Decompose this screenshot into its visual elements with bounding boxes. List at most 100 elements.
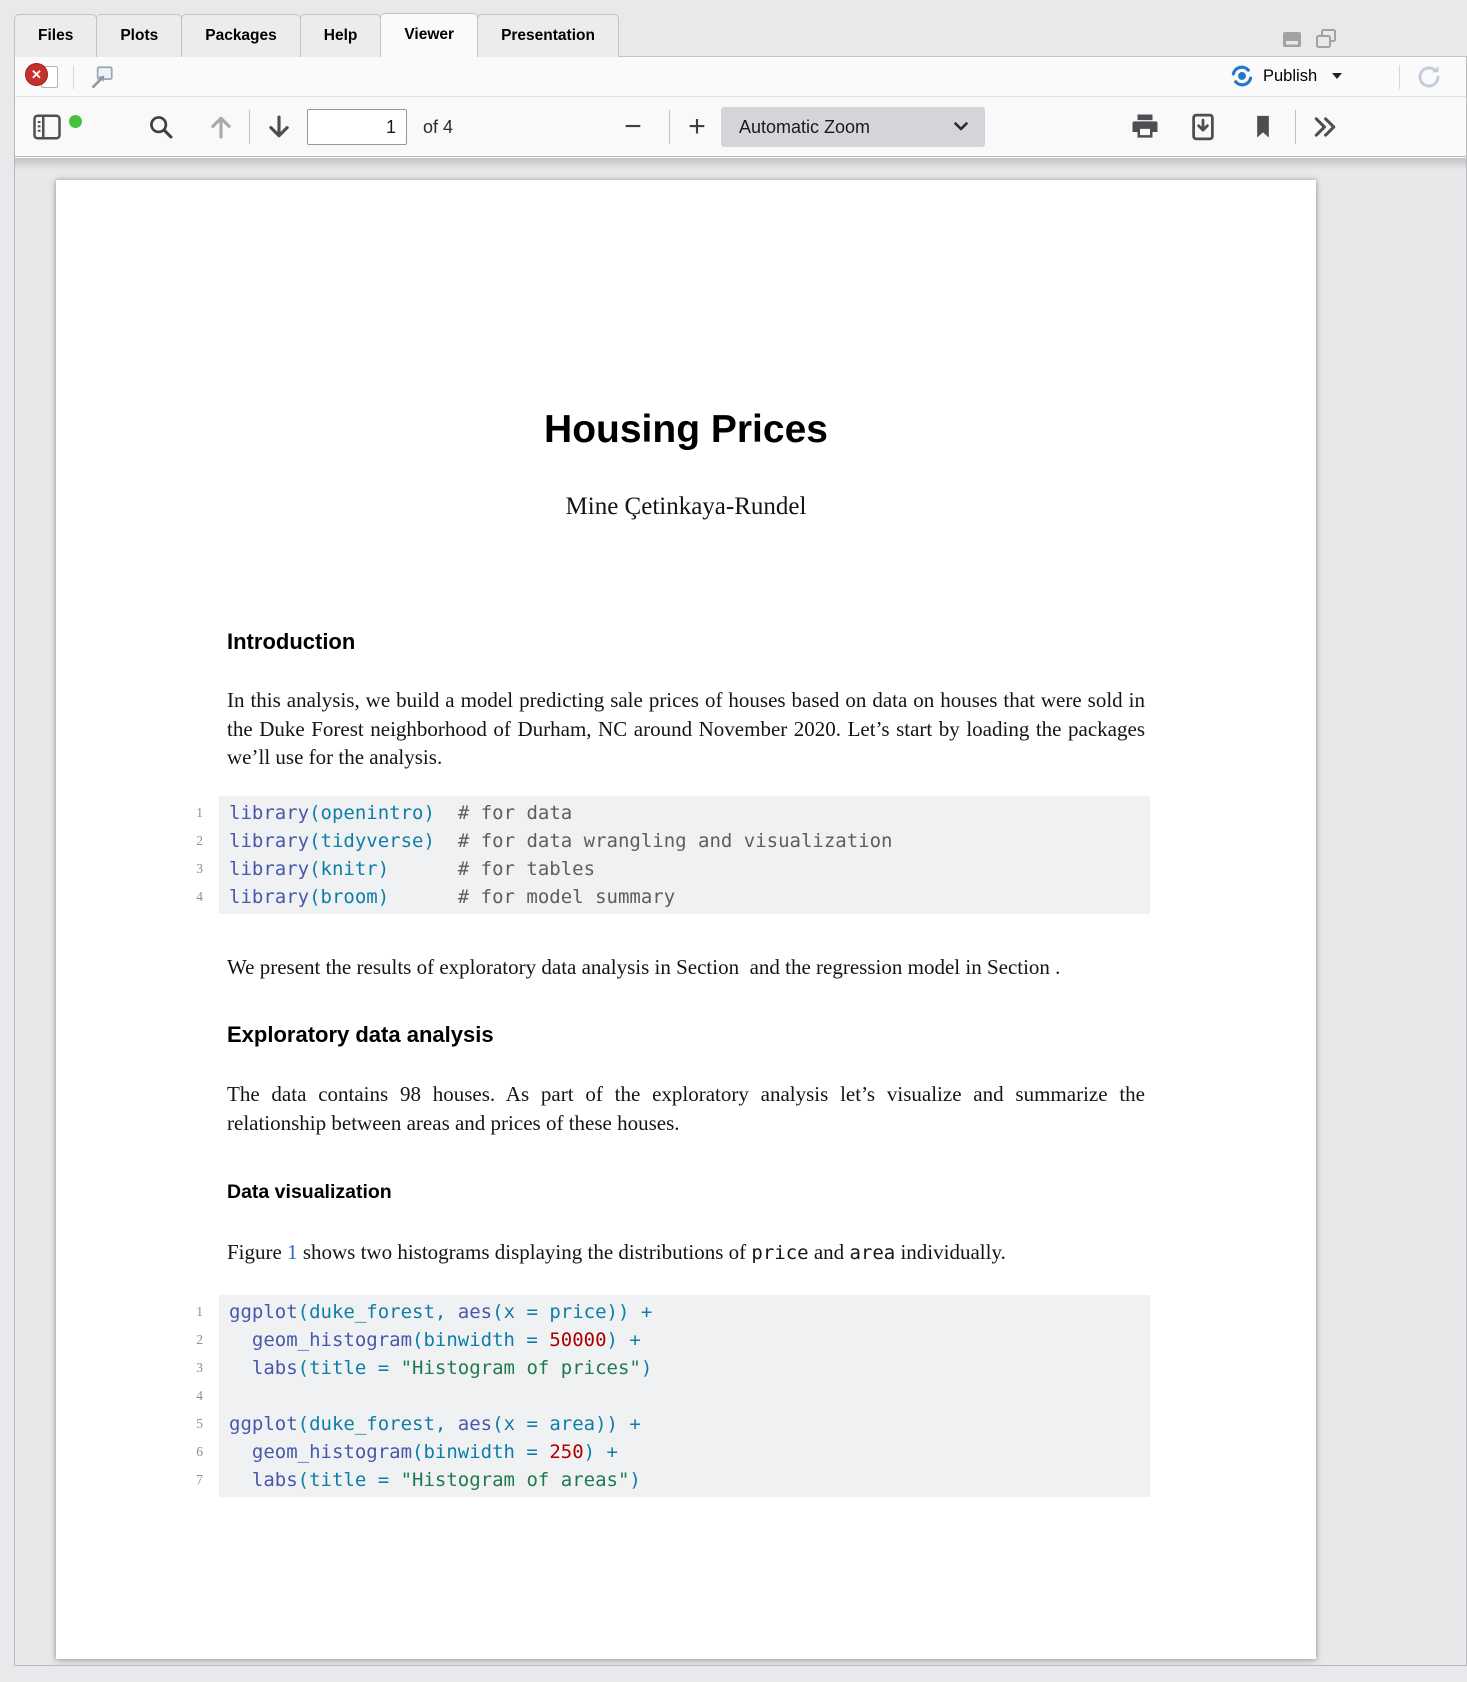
code-token: (title =: [298, 1357, 401, 1379]
code-token: (binwidth =: [412, 1441, 549, 1463]
code-line-number: 3: [177, 1354, 203, 1382]
text-segment: price: [751, 1242, 808, 1264]
code-block-histograms: 1ggplot(duke_forest, aes(x = price)) +2 …: [219, 1295, 1150, 1497]
close-icon: ✕: [25, 63, 48, 86]
code-token: (openintro): [309, 802, 435, 824]
publish-dropdown-caret-icon[interactable]: [1332, 73, 1342, 79]
minus-icon: −: [624, 110, 642, 144]
find-in-document-button[interactable]: [143, 109, 179, 145]
code-token: aes: [458, 1413, 492, 1435]
code-line: 2library(tidyverse) # for data wrangling…: [229, 827, 1142, 855]
sections-note-paragraph: We present the results of exploratory da…: [227, 953, 1145, 982]
pane-tabstrip: Files Plots Packages Help Viewer Present…: [14, 13, 1467, 57]
code-token: geom_histogram: [252, 1329, 412, 1351]
next-page-button[interactable]: [261, 109, 297, 145]
zoom-in-button[interactable]: +: [679, 109, 715, 145]
figure-ref-link[interactable]: 1: [287, 1240, 298, 1264]
code-token: [229, 1357, 252, 1379]
code-token: (broom): [309, 886, 389, 908]
pdf-page: Housing Prices Mine Çetinkaya-Rundel Int…: [56, 180, 1316, 1659]
printer-icon: [1130, 112, 1160, 142]
code-token: library: [229, 830, 309, 852]
plus-icon: +: [688, 110, 706, 144]
figure-paragraph: Figure 1 shows two histograms displaying…: [227, 1238, 1145, 1268]
page-up-icon: [206, 112, 236, 142]
intro-paragraph: In this analysis, we build a model predi…: [227, 686, 1145, 772]
code-line-number: 1: [177, 799, 203, 827]
publish-button[interactable]: Publish: [1228, 62, 1342, 90]
code-token: library: [229, 858, 309, 880]
tab-files[interactable]: Files: [14, 14, 97, 57]
code-line-number: 5: [177, 1410, 203, 1438]
section-heading-introduction: Introduction: [227, 629, 1145, 654]
code-line-number: 2: [177, 827, 203, 855]
zoom-select[interactable]: Automatic Zoom: [721, 107, 985, 147]
code-token: library: [229, 886, 309, 908]
page-count-label: of 4: [423, 97, 453, 157]
text-segment: area: [849, 1242, 895, 1264]
minimize-pane-icon[interactable]: [1279, 27, 1305, 56]
page-down-icon: [264, 112, 294, 142]
rstudio-viewer-pane: Files Plots Packages Help Viewer Present…: [0, 0, 1467, 1682]
refresh-icon[interactable]: [1414, 62, 1444, 92]
viewer-toolbar: ✕ Publish: [15, 57, 1466, 97]
text-segment: and: [809, 1240, 850, 1264]
toggle-sidebar-button[interactable]: [29, 109, 65, 145]
tab-plots[interactable]: Plots: [96, 14, 182, 57]
code-token: 50000: [549, 1329, 606, 1351]
previous-page-button[interactable]: [203, 109, 239, 145]
code-line-number: 4: [177, 883, 203, 911]
chevron-down-icon: [953, 121, 969, 133]
open-in-new-window-icon[interactable]: [89, 64, 115, 90]
code-line: 4: [229, 1382, 1142, 1410]
close-viewer-button[interactable]: ✕: [25, 63, 65, 91]
sidebar-notification-dot: [69, 115, 82, 128]
tab-viewer[interactable]: Viewer: [380, 13, 478, 57]
eda-paragraph: The data contains 98 houses. As part of …: [227, 1080, 1145, 1137]
code-token: [389, 886, 458, 908]
print-button[interactable]: [1127, 109, 1163, 145]
code-line: 4library(broom) # for model summary: [229, 883, 1142, 911]
publish-icon: [1228, 62, 1256, 90]
text-segment: individually.: [895, 1240, 1006, 1264]
code-token: # for data: [458, 802, 572, 824]
zoom-out-button[interactable]: −: [615, 109, 651, 145]
code-token: "Histogram of prices": [401, 1357, 641, 1379]
code-token: (duke_forest,: [298, 1413, 458, 1435]
code-line: 1library(openintro) # for data: [229, 799, 1142, 827]
code-token: ) +: [607, 1329, 641, 1351]
code-line: 7 labs(title = "Histogram of areas"): [229, 1466, 1142, 1494]
more-tools-button[interactable]: [1307, 109, 1343, 145]
code-token: (duke_forest,: [298, 1301, 458, 1323]
tab-help[interactable]: Help: [300, 14, 382, 57]
toolbar-separator: [1399, 65, 1400, 89]
pane-window-buttons: [1279, 27, 1339, 56]
code-token: (knitr): [309, 858, 389, 880]
document-content: Housing Prices Mine Çetinkaya-Rundel Int…: [56, 180, 1316, 1497]
chevrons-right-icon: [1311, 113, 1339, 141]
code-token: [229, 1329, 252, 1351]
code-token: [435, 830, 458, 852]
code-line: 1ggplot(duke_forest, aes(x = price)) +: [229, 1298, 1142, 1326]
code-token: [229, 1469, 252, 1491]
code-token: [229, 1441, 252, 1463]
download-button[interactable]: [1185, 109, 1221, 145]
code-token: library: [229, 802, 309, 824]
code-token: (x = area)) +: [492, 1413, 641, 1435]
publish-label: Publish: [1263, 67, 1317, 86]
code-line: 6 geom_histogram(binwidth = 250) +: [229, 1438, 1142, 1466]
code-token: ggplot: [229, 1413, 298, 1435]
page-number-input[interactable]: [307, 109, 407, 145]
code-line-number: 2: [177, 1326, 203, 1354]
code-line-number: 3: [177, 855, 203, 883]
code-token: 250: [549, 1441, 583, 1463]
code-token: labs: [252, 1469, 298, 1491]
bookmark-button[interactable]: [1245, 109, 1281, 145]
tab-presentation[interactable]: Presentation: [477, 14, 619, 57]
text-segment: Figure: [227, 1240, 287, 1264]
code-token: (title =: [298, 1469, 401, 1491]
tab-packages[interactable]: Packages: [181, 14, 301, 57]
code-token: # for model summary: [458, 886, 675, 908]
pdf-viewer-area[interactable]: Housing Prices Mine Çetinkaya-Rundel Int…: [15, 158, 1466, 1665]
maximize-pane-icon[interactable]: [1313, 27, 1339, 56]
